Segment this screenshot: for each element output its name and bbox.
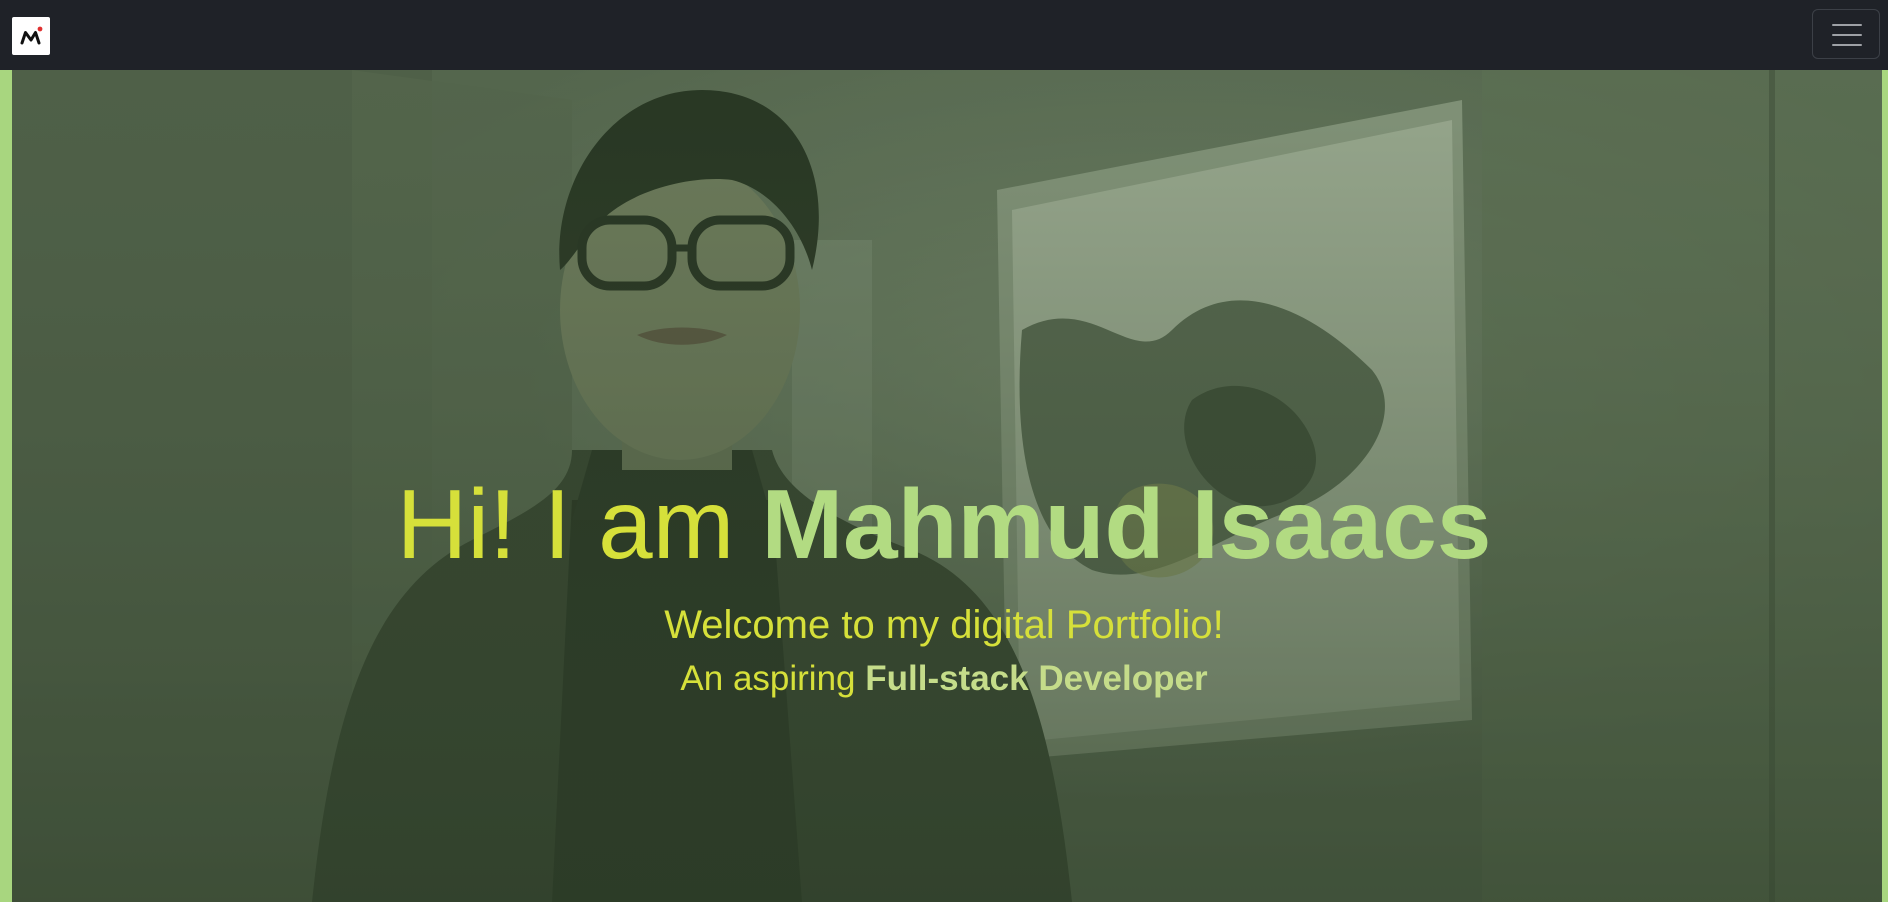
hero-section: Hi! I am Mahmud Isaacs Welcome to my dig… xyxy=(0,70,1888,902)
menu-toggle-button[interactable] xyxy=(1812,9,1880,59)
brand-logo[interactable] xyxy=(12,17,50,55)
hero-name: Mahmud Isaacs xyxy=(761,469,1492,579)
role-title: Full-stack Developer xyxy=(865,659,1208,698)
greeting-text: Hi! I am xyxy=(396,469,762,579)
navbar xyxy=(0,0,1888,70)
hero-headline: Hi! I am Mahmud Isaacs xyxy=(0,468,1888,580)
hero-text: Hi! I am Mahmud Isaacs Welcome to my dig… xyxy=(0,468,1888,700)
hamburger-menu-icon xyxy=(1832,24,1862,26)
welcome-text: Welcome to my digital Portfolio! xyxy=(664,603,1224,647)
role-prefix: An aspiring xyxy=(680,659,866,698)
role-text: An aspiring Full-stack Developer xyxy=(0,658,1888,700)
mi-logo-icon xyxy=(20,26,43,45)
